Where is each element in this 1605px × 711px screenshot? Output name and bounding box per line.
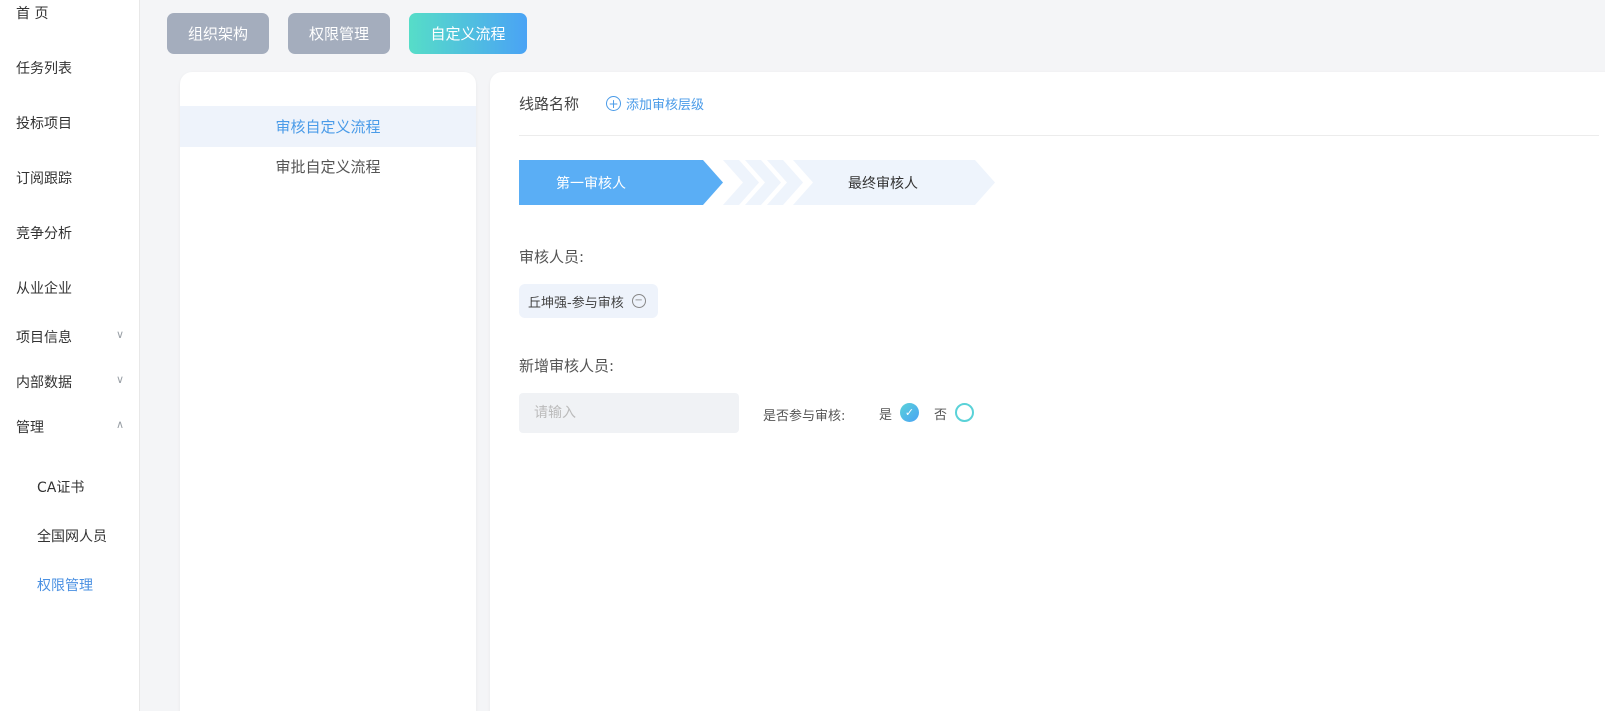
- option-yes-label: 是: [879, 408, 893, 423]
- new-reviewer-label: 新增审核人员:: [519, 357, 615, 375]
- new-reviewer-input[interactable]: [519, 393, 739, 433]
- nav-internal-data[interactable]: 内部数据 ∨: [16, 372, 124, 392]
- nav-project-info-label: 项目信息: [16, 330, 72, 346]
- nav-ca-certificate-label: CA证书: [37, 480, 85, 496]
- nav-ca-certificate[interactable]: CA证书: [37, 477, 84, 497]
- nav-home[interactable]: 首 页: [16, 3, 124, 23]
- flow-item-approval-label: 审批自定义流程: [275, 158, 381, 176]
- nav-internal-data-label: 内部数据: [16, 375, 72, 391]
- nav-enterprises-label: 从业企业: [16, 281, 72, 297]
- tab-organization[interactable]: 组织架构: [167, 13, 269, 54]
- radio-yes[interactable]: ✓: [900, 403, 919, 422]
- tab-custom-flow[interactable]: 自定义流程: [409, 13, 527, 54]
- nav-competition-analysis-label: 竞争分析: [16, 226, 72, 242]
- tab-custom-flow-label: 自定义流程: [430, 25, 506, 43]
- minus-circle-icon[interactable]: −: [631, 294, 646, 308]
- flow-item-review-label: 审核自定义流程: [275, 118, 381, 136]
- add-level-button[interactable]: + 添加审核层级: [606, 94, 704, 113]
- route-name-label: 线路名称: [519, 95, 580, 113]
- tab-organization-label: 组织架构: [187, 25, 248, 43]
- chevron-down-icon: ∨: [115, 328, 124, 341]
- nav-subscription-tracking[interactable]: 订阅跟踪: [16, 168, 124, 188]
- nav-enterprises[interactable]: 从业企业: [16, 278, 124, 298]
- nav-project-info[interactable]: 项目信息 ∨: [16, 327, 124, 347]
- nav-home-label: 首 页: [16, 6, 49, 22]
- nav-management-label: 管理: [16, 420, 44, 436]
- reviewer-tag: 丘坤强-参与审核 −: [519, 284, 658, 318]
- divider: [519, 135, 1599, 136]
- chevron-up-icon: ∧: [115, 418, 124, 431]
- chevron-down-icon: ∨: [115, 373, 124, 386]
- nav-competition-analysis[interactable]: 竞争分析: [16, 223, 124, 243]
- nav-bid-projects-label: 投标项目: [16, 116, 72, 132]
- nav-management[interactable]: 管理 ∧: [16, 417, 124, 437]
- flow-detail-panel: 线路名称 + 添加审核层级 第一审核人 最终审核人 审核人员: 丘坤强-参与审核…: [490, 72, 1605, 711]
- plus-circle-icon: +: [606, 96, 621, 111]
- check-icon: ✓: [904, 406, 915, 419]
- reviewers-label: 审核人员:: [519, 248, 585, 266]
- sidebar: 首 页 任务列表 投标项目 订阅跟踪 竞争分析 从业企业 项目信息 ∨ 内部数据…: [0, 0, 140, 711]
- nav-bid-projects[interactable]: 投标项目: [16, 113, 124, 133]
- step-1-label[interactable]: 第一审核人: [556, 173, 626, 193]
- nav-permission-management[interactable]: 权限管理: [37, 575, 93, 595]
- nav-subscription-tracking-label: 订阅跟踪: [16, 171, 72, 187]
- radio-no[interactable]: [955, 403, 974, 422]
- add-level-label: 添加审核层级: [626, 98, 705, 113]
- tab-permission-management-label: 权限管理: [308, 25, 369, 43]
- nav-national-personnel-label: 全国网人员: [37, 529, 107, 545]
- tab-permission-management[interactable]: 权限管理: [288, 13, 390, 54]
- flow-list-panel: 审核自定义流程 审批自定义流程: [180, 72, 476, 711]
- nav-task-list-label: 任务列表: [16, 61, 72, 77]
- nav-permission-management-label: 权限管理: [37, 578, 93, 594]
- reviewer-tag-label: 丘坤强-参与审核: [528, 295, 624, 311]
- main-content: 组织架构 权限管理 自定义流程 审核自定义流程 审批自定义流程 线路名称 + 添…: [140, 0, 1605, 711]
- nav-national-personnel[interactable]: 全国网人员: [37, 526, 107, 546]
- nav-task-list[interactable]: 任务列表: [16, 58, 124, 78]
- flow-item-review[interactable]: 审核自定义流程: [180, 106, 476, 147]
- option-no-label: 否: [934, 408, 948, 423]
- flow-item-approval[interactable]: 审批自定义流程: [180, 146, 476, 187]
- participate-label: 是否参与审核:: [763, 409, 846, 424]
- step-2-label[interactable]: 最终审核人: [848, 173, 918, 193]
